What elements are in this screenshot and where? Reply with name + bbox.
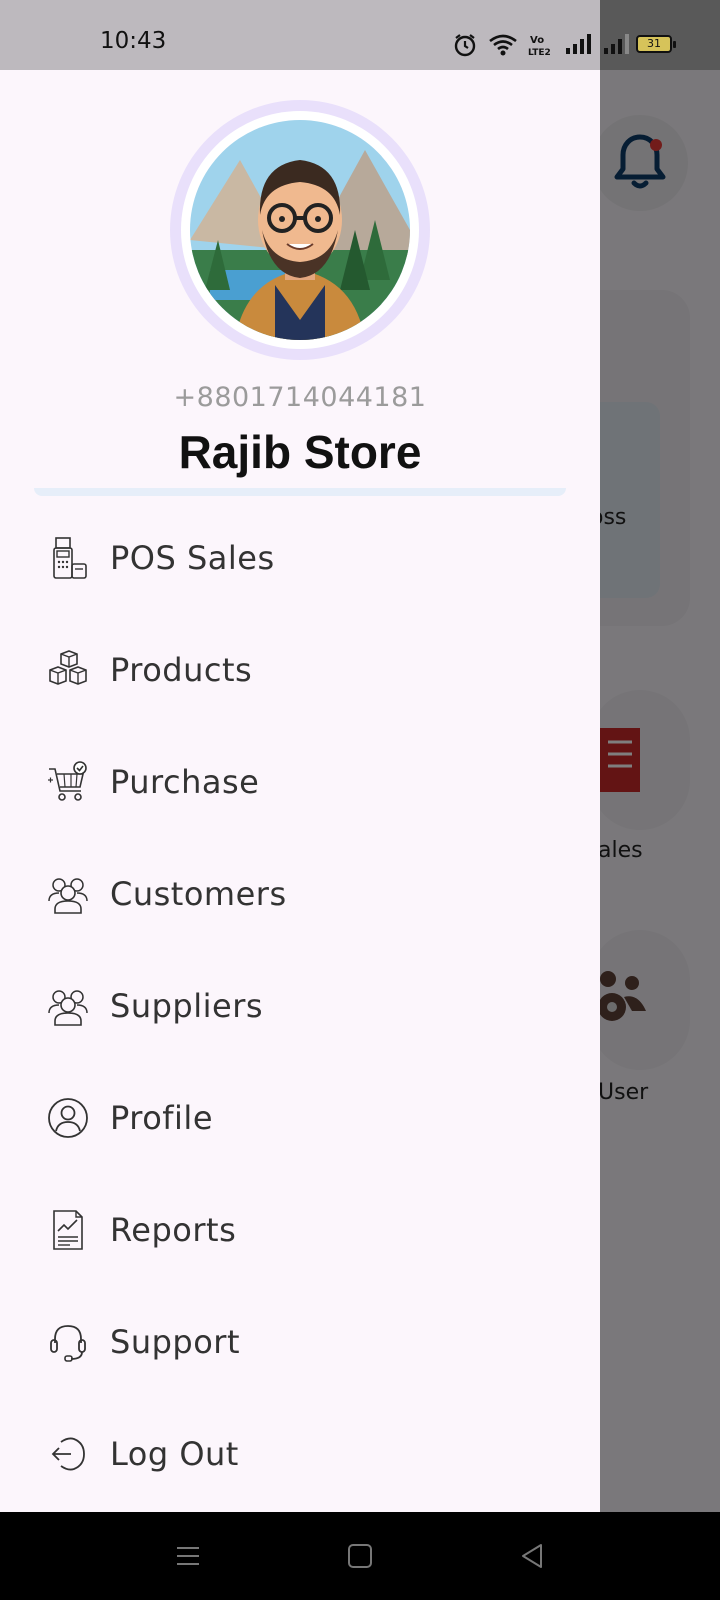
menu-item-label: Customers [110,875,287,913]
store-name: Rajib Store [178,426,422,478]
menu-item-label: POS Sales [110,539,275,577]
menu-item-products[interactable]: Products [0,614,600,726]
menu-item-label: Purchase [110,763,260,801]
menu-item-label: Suppliers [110,987,264,1025]
navigation-drawer: +8801714044181 Rajib Store POS Sales Pro… [0,70,600,1512]
avatar[interactable] [181,111,419,349]
boxes-icon [46,648,90,692]
svg-text:Vo: Vo [530,35,544,46]
logout-icon [46,1432,90,1476]
menu-item-customers[interactable]: Customers [0,838,600,950]
status-time: 10:43 [100,28,167,54]
headset-icon [46,1320,90,1364]
battery-icon: 31 [636,35,676,53]
menu-item-label: Support [110,1323,240,1361]
menu-item-pos-sales[interactable]: POS Sales [0,502,600,614]
cart-icon [46,760,90,804]
customers-icon [46,872,90,916]
menu-item-suppliers[interactable]: Suppliers [0,950,600,1062]
signal-icon-2 [604,34,629,54]
menu-nav-button[interactable] [168,1538,208,1574]
menu-item-label: Products [110,651,253,689]
menu-item-label: Reports [110,1211,237,1249]
avatar-illustration [190,120,410,340]
profile-icon [46,1096,90,1140]
menu-item-support[interactable]: Support [0,1286,600,1398]
signal-icon [566,34,591,54]
report-icon [46,1208,90,1252]
svg-text:LTE2: LTE2 [528,48,551,58]
menu-item-profile[interactable]: Profile [0,1062,600,1174]
status-bar: 10:43 Vo LTE2 31 [0,0,720,70]
menu-icon [177,1547,199,1565]
menu-item-purchase[interactable]: Purchase [0,726,600,838]
suppliers-icon [46,984,90,1028]
header-divider [34,488,566,496]
back-nav-button[interactable] [512,1538,552,1574]
status-icons: Vo LTE2 [452,30,630,60]
home-nav-button[interactable] [340,1538,380,1574]
back-triangle-icon [522,1544,542,1568]
volte-icon: Vo LTE2 [528,35,551,58]
pos-terminal-icon [46,536,90,580]
alarm-icon [454,34,476,57]
menu-item-reports[interactable]: Reports [0,1174,600,1286]
drawer-menu: POS Sales Products Purchase Customers Su… [0,502,600,1510]
menu-item-label: Profile [110,1099,213,1137]
menu-item-logout[interactable]: Log Out [0,1398,600,1510]
wifi-icon [489,34,517,56]
home-square-icon [348,1544,372,1568]
system-nav-bar [0,1512,720,1600]
menu-item-label: Log Out [110,1435,239,1473]
phone-number: +8801714044181 [173,382,427,413]
